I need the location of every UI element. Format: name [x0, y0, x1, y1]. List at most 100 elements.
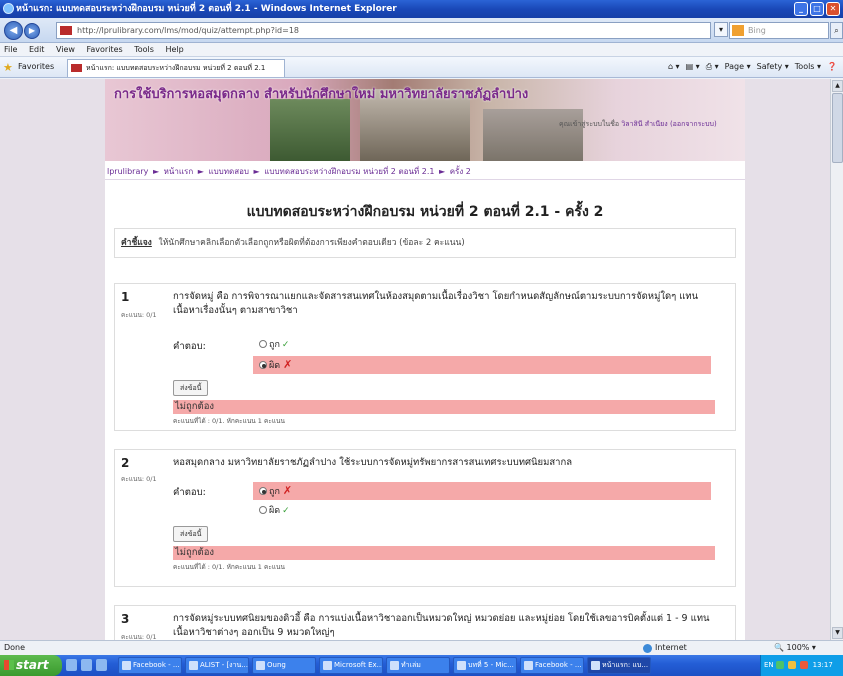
- taskbar-button[interactable]: Oung: [252, 657, 316, 674]
- search-input[interactable]: Bing: [729, 22, 829, 39]
- quicklaunch-icon[interactable]: [81, 659, 92, 671]
- option-label: ผิด: [269, 506, 281, 516]
- window-title: หน้าแรก: แบบทดสอบระหว่างฝึกอบรม หน่วยที่…: [16, 4, 397, 14]
- taskbar-button[interactable]: Microsoft Ex...: [319, 657, 383, 674]
- windows-logo-icon: [4, 660, 14, 670]
- question-score: คะแนน: 0/1: [121, 475, 157, 483]
- compat-view-icon[interactable]: ▾: [714, 22, 728, 37]
- address-url: http://lprulibrary.com/lms/mod/quiz/atte…: [77, 26, 299, 35]
- system-tray: EN 13:17: [760, 655, 843, 676]
- favorites-star-icon[interactable]: ★: [3, 61, 13, 74]
- radio-button[interactable]: [259, 360, 267, 369]
- logout-link[interactable]: (ออกจากระบบ): [670, 120, 717, 128]
- home-icon[interactable]: ⌂ ▾: [668, 62, 680, 72]
- taskbar-button[interactable]: Facebook - ...: [520, 657, 584, 674]
- page-menu[interactable]: Page ▾: [725, 62, 751, 72]
- menu-edit[interactable]: Edit: [29, 45, 45, 54]
- scrollbar-thumb[interactable]: [832, 93, 843, 163]
- answer-option-false[interactable]: ผิด ✗: [253, 356, 711, 374]
- breadcrumb-item[interactable]: แบบทดสอบ: [208, 167, 249, 176]
- submit-answer-button[interactable]: ส่งข้อนี้: [173, 380, 209, 396]
- banner-photo: [270, 99, 350, 161]
- menu-help[interactable]: Help: [165, 45, 183, 54]
- check-icon: ✓: [281, 340, 290, 350]
- answer-label: คำตอบ:: [173, 487, 206, 498]
- taskbar-button[interactable]: Facebook - ...: [118, 657, 182, 674]
- quicklaunch-icon[interactable]: [66, 659, 77, 671]
- feeds-icon[interactable]: ▤ ▾: [686, 62, 700, 72]
- breadcrumb-item[interactable]: หน้าแรก: [164, 167, 194, 176]
- option-label: ถูก: [269, 340, 280, 350]
- forward-button[interactable]: ▶: [24, 23, 40, 39]
- question-card: 2 คะแนน: 0/1 หอสมุดกลาง มหาวิทยาลัยราชภั…: [114, 449, 736, 587]
- question-number: 2: [121, 456, 130, 470]
- question-card: 1 คะแนน: 0/1 การจัดหมู่ คือ การพิจารณาแย…: [114, 283, 736, 431]
- start-label: start: [16, 658, 49, 672]
- breadcrumb-item[interactable]: lprulibrary: [107, 167, 148, 176]
- question-score: คะแนน: 0/1: [121, 311, 157, 319]
- menu-view[interactable]: View: [56, 45, 75, 54]
- address-input[interactable]: http://lprulibrary.com/lms/mod/quiz/atte…: [56, 22, 711, 39]
- status-text: Done: [4, 643, 26, 652]
- answer-option-false[interactable]: ผิด ✓: [253, 502, 711, 520]
- breadcrumb-separator: ►: [152, 167, 160, 176]
- taskbar-buttons: Facebook - ... ALIST - [งาน... Oung Micr…: [118, 657, 651, 674]
- user-name-link[interactable]: วิลาสินี สำเนียง: [621, 120, 667, 128]
- print-icon[interactable]: ⎙ ▾: [706, 62, 719, 72]
- divider: [105, 179, 745, 180]
- taskbar-button[interactable]: ALIST - [งาน...: [185, 657, 249, 674]
- menu-tools[interactable]: Tools: [134, 45, 154, 54]
- globe-icon: [643, 643, 652, 653]
- scroll-up-icon[interactable]: ▲: [832, 80, 843, 92]
- help-icon[interactable]: ❓: [827, 62, 837, 72]
- tab-favicon-icon: [71, 64, 82, 72]
- menu-file[interactable]: File: [4, 45, 17, 54]
- submit-answer-button[interactable]: ส่งข้อนี้: [173, 526, 209, 542]
- taskbar-button-active[interactable]: หน้าแรก: แบ...: [587, 657, 651, 674]
- zone-label: Internet: [655, 643, 687, 652]
- browser-tab[interactable]: หน้าแรก: แบบทดสอบระหว่างฝึกอบรม หน่วยที่…: [67, 59, 285, 77]
- question-text: การจัดหมู่ คือ การพิจารณาแยกและจัดสารสนเ…: [173, 291, 699, 316]
- maximize-button[interactable]: □: [810, 2, 824, 16]
- back-button[interactable]: ◀: [4, 21, 23, 40]
- feedback-incorrect: ไม่ถูกต้อง: [173, 546, 715, 560]
- scroll-down-icon[interactable]: ▼: [832, 627, 843, 639]
- close-button[interactable]: ✕: [826, 2, 840, 16]
- taskbar-button[interactable]: ทำเล่ม: [386, 657, 450, 674]
- answer-option-true[interactable]: ถูก ✓: [253, 336, 711, 354]
- vertical-scrollbar[interactable]: ▲ ▼: [830, 79, 843, 640]
- menu-favorites[interactable]: Favorites: [87, 45, 123, 54]
- status-bar: Done Internet 🔍 100% ▾: [0, 640, 843, 655]
- instruction-box: คำชี้แจง ให้นักศึกษาคลิกเลือกตัวเลือกถูก…: [114, 228, 736, 258]
- language-indicator[interactable]: EN: [764, 661, 774, 669]
- radio-button[interactable]: [259, 486, 267, 495]
- radio-button[interactable]: [259, 505, 267, 514]
- radio-button[interactable]: [259, 339, 267, 348]
- answer-option-true[interactable]: ถูก ✗: [253, 482, 711, 500]
- minimize-button[interactable]: _: [794, 2, 808, 16]
- instruction-text: ให้นักศึกษาคลิกเลือกตัวเลือกถูกหรือผิดที…: [158, 238, 465, 248]
- internet-explorer-icon: [3, 3, 14, 14]
- zoom-level[interactable]: 🔍 100% ▾: [774, 641, 816, 655]
- search-icon[interactable]: ⌕: [830, 22, 843, 39]
- bing-icon: [732, 25, 744, 36]
- quick-launch: [66, 659, 107, 671]
- breadcrumb-item[interactable]: แบบทดสอบระหว่างฝึกอบรม หน่วยที่ 2 ตอนที่…: [264, 167, 434, 176]
- question-text: หอสมุดกลาง มหาวิทยาลัยราชภัฏลำปาง ใช้ระบ…: [173, 457, 573, 468]
- banner-title: การใช้บริการหอสมุดกลาง สำหรับนักศึกษาใหม…: [114, 87, 529, 102]
- quicklaunch-icon[interactable]: [96, 659, 107, 671]
- clock: 13:17: [812, 661, 833, 669]
- favorites-button[interactable]: Favorites: [18, 62, 54, 71]
- tray-icon[interactable]: [800, 661, 809, 669]
- tray-icon[interactable]: [788, 661, 797, 669]
- cross-icon: ✗: [283, 358, 293, 371]
- start-button[interactable]: start: [0, 655, 62, 676]
- tray-icon[interactable]: [775, 661, 784, 669]
- tools-menu[interactable]: Tools ▾: [795, 62, 821, 72]
- breadcrumb-separator: ►: [197, 167, 204, 176]
- page-content: การใช้บริการหอสมุดกลาง สำหรับนักศึกษาใหม…: [105, 79, 745, 640]
- feedback-incorrect: ไม่ถูกต้อง: [173, 400, 715, 414]
- grade-penalty-text: คะแนนที่ได้ : 0/1. หักคะแนน 1 คะแนน: [173, 417, 285, 425]
- safety-menu[interactable]: Safety ▾: [757, 62, 789, 72]
- taskbar-button[interactable]: บทที่ 5 - Mic...: [453, 657, 517, 674]
